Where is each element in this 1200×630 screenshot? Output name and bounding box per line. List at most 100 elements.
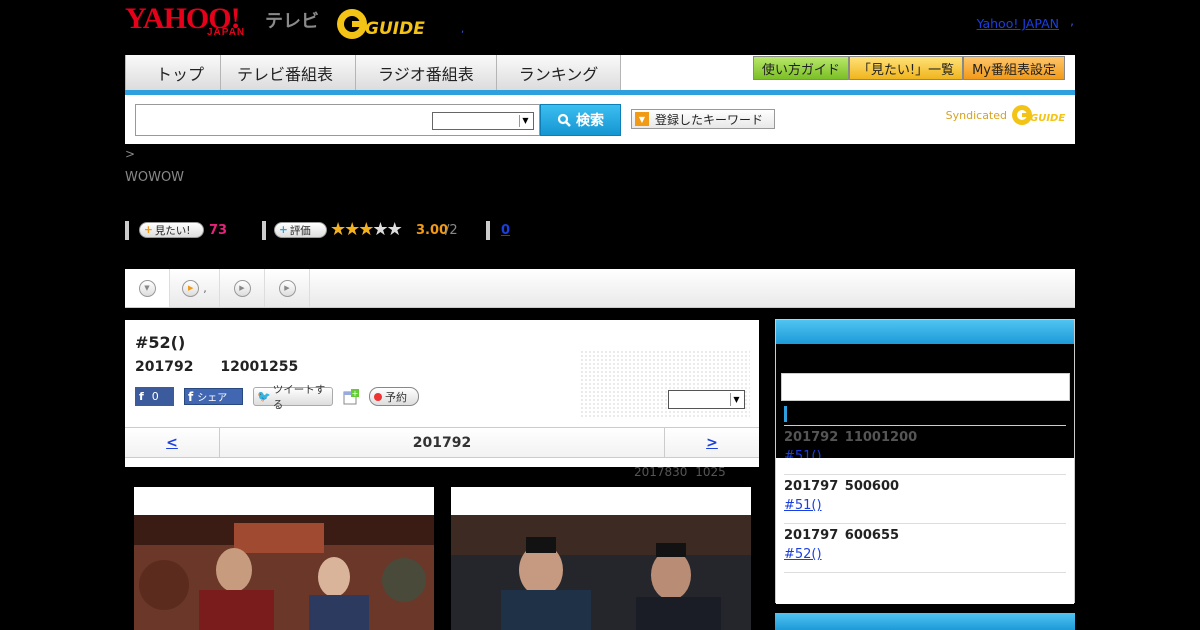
- tweet-button[interactable]: 🐦 ツイートする: [253, 384, 333, 411]
- rating-value: 3.00: [416, 223, 449, 238]
- pager-date: 201792: [412, 434, 472, 451]
- rate-button-label: 評価: [289, 224, 311, 237]
- list-divider: [784, 474, 1066, 475]
- rating-stars: ★★★★★: [330, 219, 403, 240]
- nav-tab-top[interactable]: トップ: [126, 55, 222, 90]
- want-count: 73: [209, 223, 228, 238]
- gguide-logo-text: GUIDE: [365, 19, 425, 39]
- date-pager: < 201792 >: [125, 427, 759, 458]
- schedule-item-time: 201792 11001200: [784, 430, 918, 445]
- previous-day-link[interactable]: <: [125, 428, 220, 457]
- header-trailing-separator: ,: [1070, 14, 1074, 28]
- list-divider: [784, 572, 1066, 573]
- program-still-image: [134, 515, 434, 630]
- facebook-share-button[interactable]: f シェア: [184, 388, 243, 405]
- plus-icon: +: [279, 224, 288, 236]
- episode-title: #52(): [135, 333, 186, 352]
- twitter-bird-icon: 🐦: [257, 390, 271, 403]
- plus-icon: +: [144, 224, 153, 236]
- sidebar-header: [776, 320, 1074, 344]
- tab-1[interactable]: ▼: [125, 269, 170, 307]
- nav-utility-buttons: 使い方ガイド 「見たい!」一覧 My番組表設定: [752, 56, 1065, 80]
- sidebar-field[interactable]: [781, 373, 1070, 401]
- facebook-icon: f: [139, 390, 144, 403]
- tab-2-label: ,: [203, 281, 207, 295]
- sidebar-second-header: [775, 613, 1075, 630]
- schedule-item-link[interactable]: #51(): [784, 498, 868, 513]
- nav-tab-tv-listings[interactable]: テレビ番組表: [221, 55, 357, 90]
- tab-3[interactable]: ▶: [220, 269, 265, 307]
- syndicated-badge: Syndicated GUIDE: [946, 103, 1067, 127]
- play-icon: ▶: [278, 279, 296, 297]
- social-buttons: f 0 f シェア 🐦 ツイートする + 予約: [135, 384, 419, 411]
- my-listings-settings-button[interactable]: My番組表設定: [963, 56, 1065, 80]
- rating-count: /2: [445, 223, 458, 238]
- add-calendar-icon[interactable]: +: [343, 388, 359, 405]
- schedule-list: 201797 500600 #51() 201797 600655 #52(): [776, 458, 1074, 604]
- chevron-down-icon: ▼: [730, 393, 742, 406]
- rate-button[interactable]: + 評価: [274, 222, 327, 238]
- syndicated-label: Syndicated: [945, 108, 1007, 122]
- record-icon: [374, 392, 382, 401]
- triangle-down-icon: ▼: [635, 112, 649, 126]
- gguide-mini-logo: GUIDE: [1012, 105, 1065, 125]
- want-button[interactable]: + 見たい!: [139, 222, 204, 238]
- gguide-logo[interactable]: GUIDE: [335, 6, 433, 42]
- program-stats: + 見たい! 73 + 評価 ★★★★★ 3.00 /2 0: [125, 219, 1075, 242]
- episode-select[interactable]: ▼: [668, 390, 745, 409]
- main-navigation: トップ テレビ番組表 ラジオ番組表 ランキング 使い方ガイド 「見たい!」一覧 …: [125, 55, 1075, 144]
- breadcrumb[interactable]: >: [125, 147, 135, 161]
- star-filled-icon: ★: [344, 219, 360, 240]
- stat-divider: [125, 221, 129, 240]
- schedule-item-link[interactable]: #52(): [784, 547, 868, 562]
- program-still-image: [451, 515, 751, 630]
- schedule-item: 201797 600655 #52(): [784, 528, 1066, 562]
- tab-4[interactable]: ▶: [265, 269, 310, 307]
- review-count-link[interactable]: 0: [501, 223, 510, 238]
- episode-panel: #52() 201792 12001255 f 0 f シェア 🐦 ツイートする…: [125, 320, 759, 467]
- reserve-label: 予約: [385, 390, 407, 404]
- program-image-card[interactable]: [134, 487, 434, 630]
- facebook-count-value: 0: [151, 390, 159, 403]
- yahoo-japan-link[interactable]: Yahoo! JAPAN: [977, 16, 1059, 31]
- usage-guide-button[interactable]: 使い方ガイド: [752, 56, 849, 80]
- nav-accent-bar: [125, 90, 1075, 95]
- schedule-item: 201797 500600 #51(): [784, 479, 1066, 513]
- episode-datetime: 201792 12001255: [135, 359, 299, 375]
- chevron-down-icon: ▼: [519, 115, 531, 127]
- want-button-label: 見たい!: [154, 224, 191, 237]
- saved-keywords-button[interactable]: ▼ 登録したキーワード: [631, 109, 775, 129]
- search-icon: [557, 113, 571, 127]
- channel-name: WOWOW: [125, 170, 185, 185]
- gguide-mini-logo-text: GUIDE: [1030, 113, 1065, 124]
- broadcast-schedule-sidebar: 201792 11001200 #51() 201797 500600 #51(…: [775, 319, 1075, 604]
- next-day-link[interactable]: >: [664, 428, 759, 457]
- search-button[interactable]: 検索: [540, 104, 621, 136]
- schedule-item-time: 201797 600655: [784, 528, 900, 543]
- want-list-button[interactable]: 「見たい!」一覧: [848, 56, 964, 80]
- program-image-card[interactable]: [451, 487, 751, 630]
- star-filled-icon: ★: [330, 219, 346, 240]
- tab-2[interactable]: ▶ ,: [170, 269, 220, 307]
- play-icon: ▶: [233, 279, 251, 297]
- sidebar-divider: [784, 425, 1066, 426]
- star-empty-icon: ★: [372, 219, 388, 240]
- tv-logo[interactable]: テレビ: [265, 7, 319, 33]
- reserve-button[interactable]: 予約: [369, 387, 419, 406]
- yahoo-japan-sublogo: JAPAN: [207, 27, 246, 38]
- stat-divider: [262, 221, 266, 240]
- schedule-item-time: 201797 500600: [784, 479, 900, 494]
- nav-tab-ranking[interactable]: ランキング: [496, 55, 622, 90]
- play-icon: ▶: [182, 279, 200, 297]
- nav-tab-radio-listings[interactable]: ラジオ番組表: [356, 55, 497, 90]
- tweet-label: ツイートする: [272, 383, 326, 411]
- search-scope-select[interactable]: ▼: [432, 112, 534, 130]
- program-tab-strip: ▼ ▶ , ▶ ▶: [125, 269, 1075, 308]
- header-separator: ,: [461, 24, 465, 35]
- chevron-down-icon: ▼: [138, 279, 156, 297]
- list-divider: [784, 523, 1066, 524]
- svg-text:+: +: [352, 389, 359, 398]
- saved-keywords-label: 登録したキーワード: [655, 112, 764, 127]
- facebook-like-count[interactable]: f 0: [135, 387, 174, 406]
- facebook-share-label: シェア: [197, 393, 228, 404]
